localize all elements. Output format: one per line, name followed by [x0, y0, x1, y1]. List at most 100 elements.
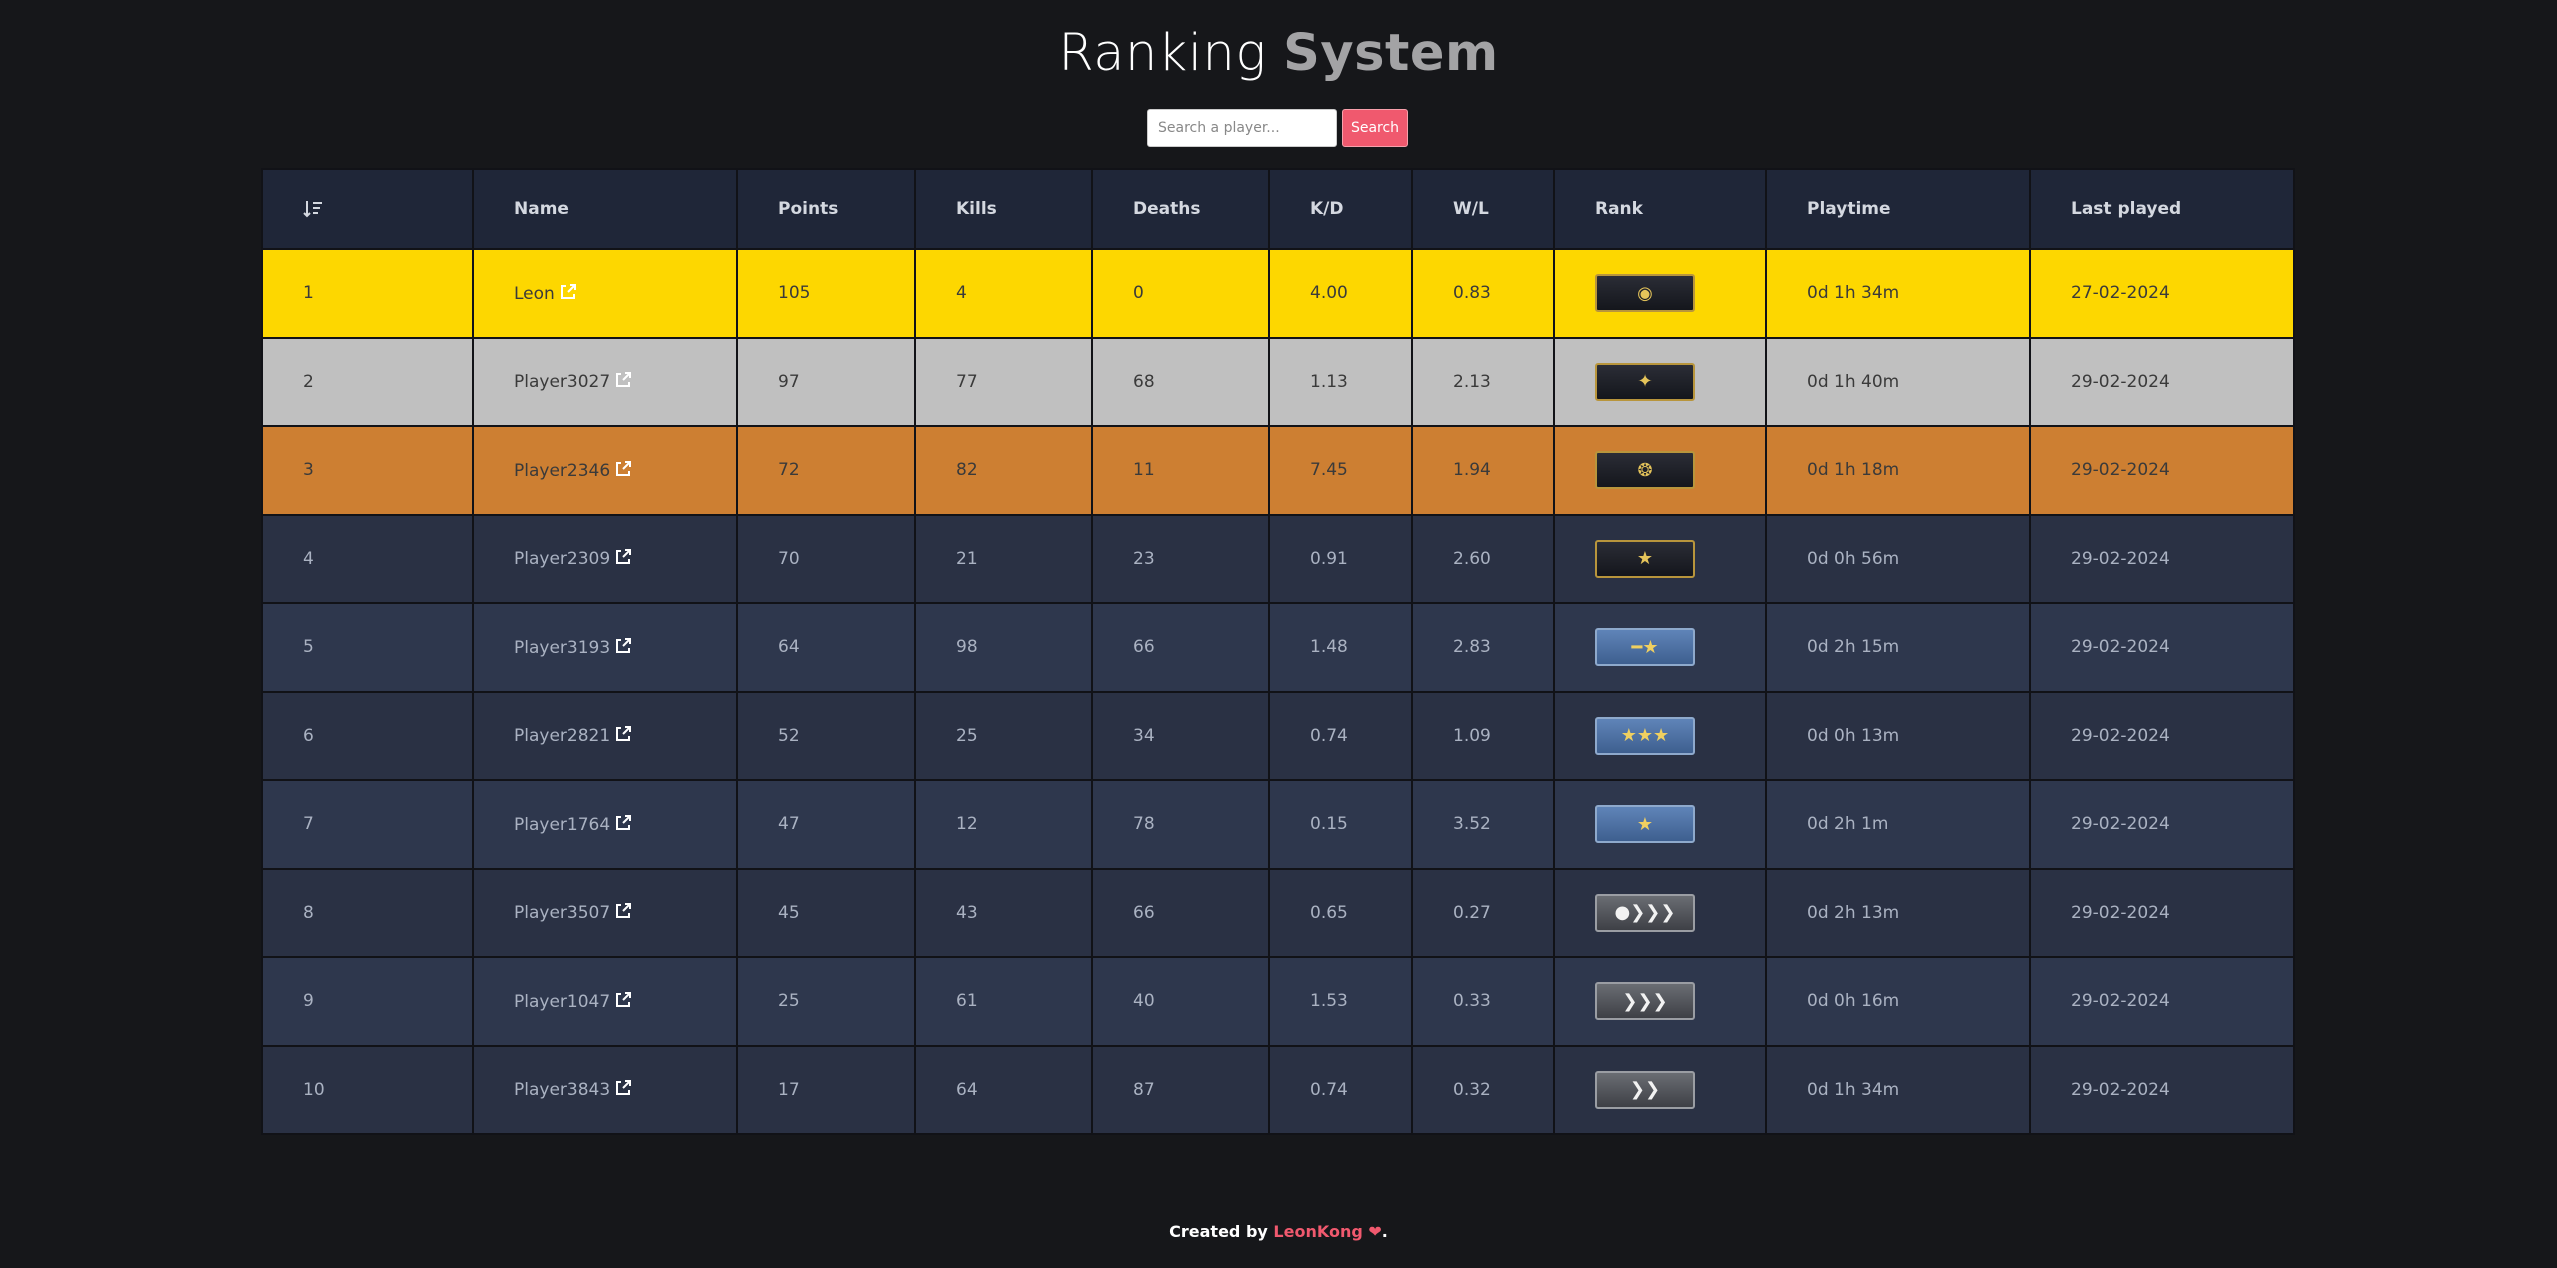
cell-last-played: 29-02-2024 — [2029, 1044, 2295, 1135]
cell-deaths: 87 — [1091, 1044, 1270, 1135]
cell-deaths: 66 — [1091, 867, 1270, 958]
cell-rank: ❯❯❯ — [1553, 956, 1767, 1047]
column-header-playtime[interactable]: Playtime — [1765, 168, 2031, 250]
cell-points: 52 — [736, 690, 916, 781]
cell-deaths: 78 — [1091, 779, 1270, 870]
cell-rank: ❂ — [1553, 425, 1767, 516]
external-link-icon[interactable] — [614, 991, 632, 1009]
player-name-link[interactable]: Player2346 — [514, 461, 610, 481]
column-header-rank[interactable]: Rank — [1553, 168, 1767, 250]
column-header-wl[interactable]: W/L — [1411, 168, 1555, 250]
cell-last-played: 29-02-2024 — [2029, 956, 2295, 1047]
search-input[interactable] — [1147, 109, 1337, 147]
cell-playtime: 0d 1h 34m — [1765, 1044, 2031, 1135]
cell-rank: ❯❯ — [1553, 1044, 1767, 1135]
cell-kd: 1.48 — [1268, 602, 1413, 693]
table-row: 5 Player3193 64 98 66 1.48 2.83 ━★ 0d 2h 15m 29-0… — [261, 602, 2295, 693]
footer: Created by LeonKong ❤. — [0, 1222, 2557, 1241]
heart-icon: ❤ — [1368, 1222, 1382, 1241]
cell-name: Player1764 — [472, 779, 738, 870]
column-header-last-played[interactable]: Last played — [2029, 168, 2295, 250]
cell-points: 70 — [736, 513, 916, 604]
cell-playtime: 0d 1h 34m — [1765, 248, 2031, 339]
cell-wl: 2.13 — [1411, 336, 1555, 427]
cell-last-played: 29-02-2024 — [2029, 513, 2295, 604]
cell-playtime: 0d 2h 15m — [1765, 602, 2031, 693]
player-name-link[interactable]: Player1047 — [514, 992, 610, 1012]
cell-position: 10 — [261, 1044, 474, 1135]
player-name-link[interactable]: Player3843 — [514, 1080, 610, 1100]
cell-playtime: 0d 1h 40m — [1765, 336, 2031, 427]
cell-position: 1 — [261, 248, 474, 339]
cell-kd: 0.91 — [1268, 513, 1413, 604]
column-header-kills[interactable]: Kills — [914, 168, 1093, 250]
external-link-icon[interactable] — [614, 460, 632, 478]
player-name-link[interactable]: Player3027 — [514, 372, 610, 392]
cell-kills: 82 — [914, 425, 1093, 516]
external-link-icon[interactable] — [614, 814, 632, 832]
cell-rank: ━★ — [1553, 602, 1767, 693]
table-row: 1 Leon 105 4 0 4.00 0.83 ◉ 0d 1h 34m 27-02-2024 — [261, 248, 2295, 339]
player-name-link[interactable]: Player1764 — [514, 815, 610, 835]
cell-wl: 0.33 — [1411, 956, 1555, 1047]
cell-wl: 0.83 — [1411, 248, 1555, 339]
silver-elite-master-rank-icon: ●❯❯❯ — [1595, 893, 1695, 932]
table-row: 8 Player3507 45 43 66 0.65 0.27 ●❯❯❯ 0d 2h 13m 29… — [261, 867, 2295, 958]
author-link[interactable]: LeonKong — [1273, 1222, 1362, 1241]
table-row: 6 Player2821 52 25 34 0.74 1.09 ★★★ 0d 0h 13m 29-… — [261, 690, 2295, 781]
cell-kd: 1.13 — [1268, 336, 1413, 427]
cell-name: Player2346 — [472, 425, 738, 516]
table-row: 2 Player3027 97 77 68 1.13 2.13 ✦ 0d 1h 40m 29-02… — [261, 336, 2295, 427]
table-row: 10 Player3843 17 64 87 0.74 0.32 ❯❯ 0d 1h 34m 29-… — [261, 1044, 2295, 1135]
column-header-kd[interactable]: K/D — [1268, 168, 1413, 250]
cell-last-played: 29-02-2024 — [2029, 425, 2295, 516]
external-link-icon[interactable] — [614, 371, 632, 389]
cell-kd: 0.65 — [1268, 867, 1413, 958]
cell-name: Player1047 — [472, 956, 738, 1047]
player-name-link[interactable]: Player3507 — [514, 903, 610, 923]
cell-kills: 21 — [914, 513, 1093, 604]
distinguished-master-guardian-rank-icon: ★ — [1595, 539, 1695, 578]
external-link-icon[interactable] — [614, 902, 632, 920]
sort-column-header[interactable] — [261, 168, 474, 250]
cell-rank: ●❯❯❯ — [1553, 867, 1767, 958]
footer-prefix: Created by — [1169, 1222, 1274, 1241]
external-link-icon[interactable] — [559, 283, 577, 301]
cell-name: Player2309 — [472, 513, 738, 604]
cell-position: 4 — [261, 513, 474, 604]
cell-points: 17 — [736, 1044, 916, 1135]
silver-3-rank-icon: ❯❯❯ — [1595, 982, 1695, 1021]
cell-position: 2 — [261, 336, 474, 427]
cell-position: 6 — [261, 690, 474, 781]
player-name-link[interactable]: Player2309 — [514, 549, 610, 569]
sort-icon[interactable] — [303, 200, 323, 218]
player-name-link[interactable]: Leon — [514, 284, 555, 304]
cell-playtime: 0d 2h 13m — [1765, 867, 2031, 958]
cell-kd: 0.15 — [1268, 779, 1413, 870]
cell-rank: ★ — [1553, 779, 1767, 870]
cell-deaths: 11 — [1091, 425, 1270, 516]
search-button[interactable]: Search — [1342, 109, 1408, 147]
cell-points: 105 — [736, 248, 916, 339]
column-header-points[interactable]: Points — [736, 168, 916, 250]
external-link-icon[interactable] — [614, 637, 632, 655]
external-link-icon[interactable] — [614, 548, 632, 566]
cell-points: 25 — [736, 956, 916, 1047]
column-header-name[interactable]: Name — [472, 168, 738, 250]
column-header-deaths[interactable]: Deaths — [1091, 168, 1270, 250]
external-link-icon[interactable] — [614, 1079, 632, 1097]
cell-kills: 61 — [914, 956, 1093, 1047]
cell-name: Player3193 — [472, 602, 738, 693]
cell-name: Player3027 — [472, 336, 738, 427]
cell-kd: 1.53 — [1268, 956, 1413, 1047]
cell-last-played: 29-02-2024 — [2029, 602, 2295, 693]
player-name-link[interactable]: Player2821 — [514, 726, 610, 746]
player-name-link[interactable]: Player3193 — [514, 638, 610, 658]
search-bar: Search — [1147, 109, 1408, 147]
external-link-icon[interactable] — [614, 725, 632, 743]
cell-kd: 7.45 — [1268, 425, 1413, 516]
cell-kills: 12 — [914, 779, 1093, 870]
page-title: Ranking System — [0, 24, 2557, 83]
cell-playtime: 0d 0h 16m — [1765, 956, 2031, 1047]
master-guardian-elite-rank-icon: ━★ — [1595, 628, 1695, 667]
